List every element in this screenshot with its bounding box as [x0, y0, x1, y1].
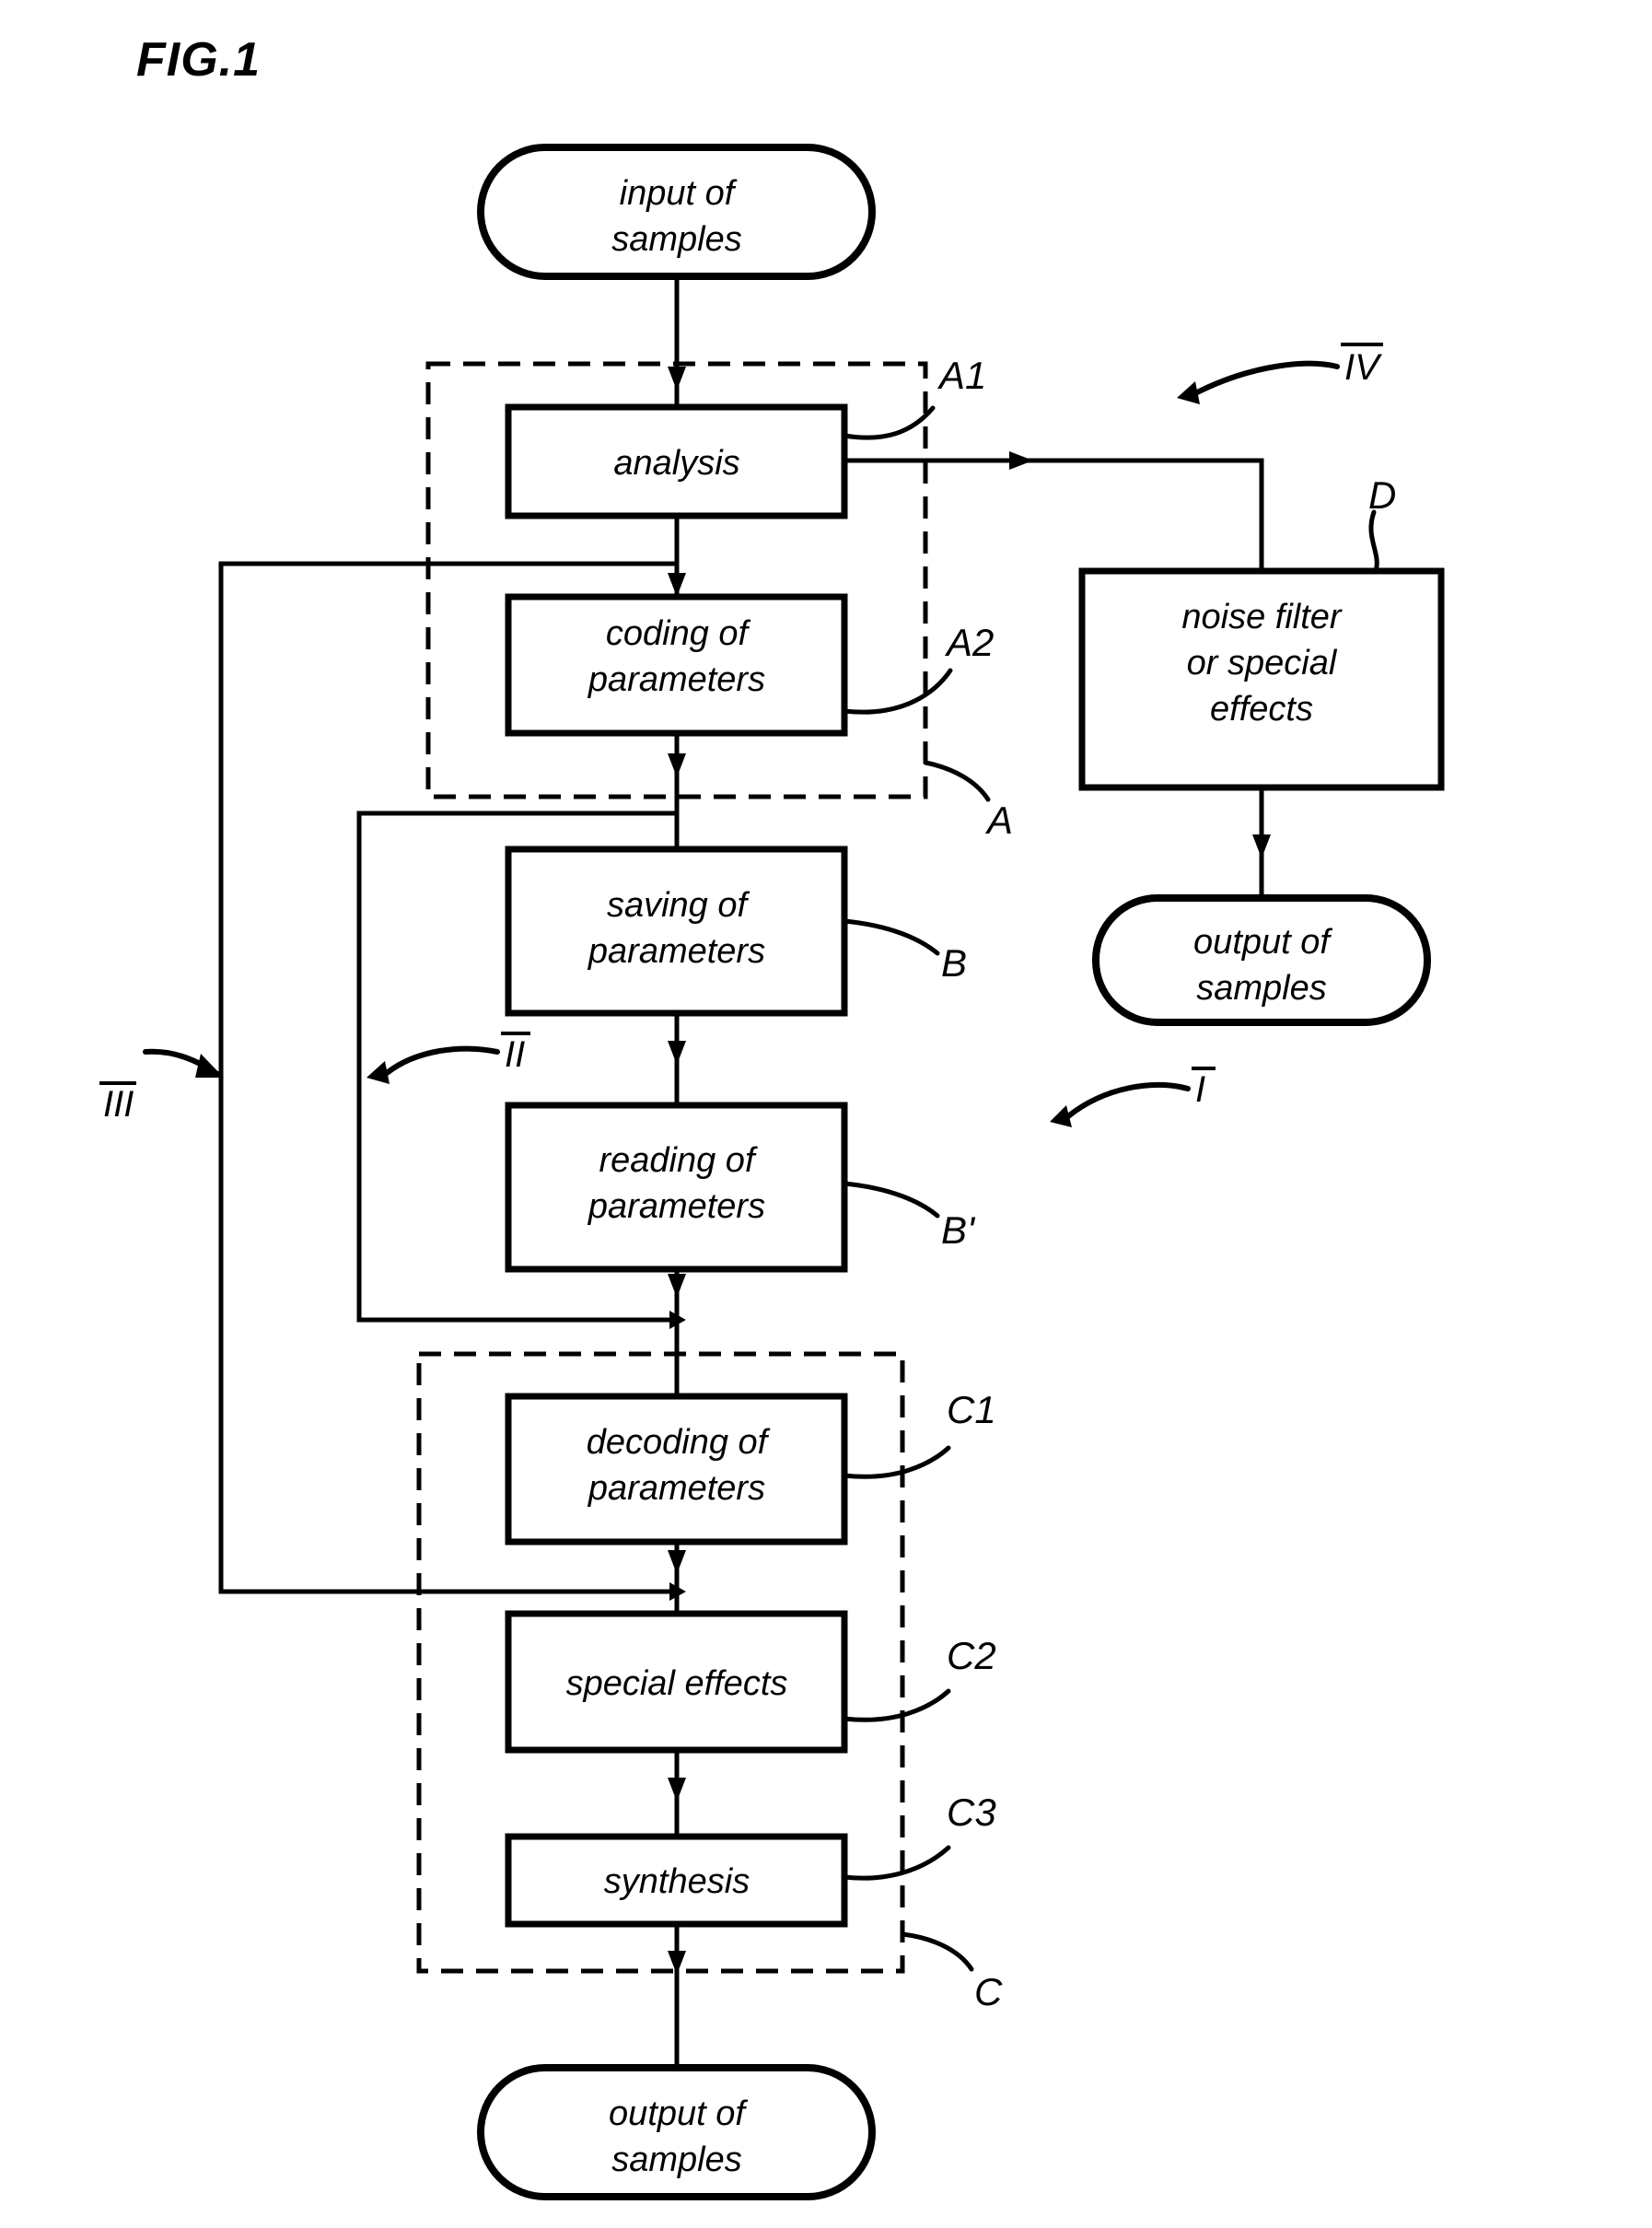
reading-label-line2: parameters — [588, 1187, 765, 1226]
arrowhead-saving-to-reading — [668, 1041, 686, 1065]
arrowhead-analysis-to-noise-filter — [1009, 451, 1033, 470]
node-special-effects[interactable]: special effects — [505, 1610, 848, 1754]
pointer-roman-four — [1194, 360, 1340, 395]
output-bottom-label-line2: samples — [611, 2141, 742, 2179]
leader-d — [1368, 509, 1379, 574]
input-terminal-label-line2: samples — [611, 220, 742, 259]
leader-c2 — [842, 1688, 951, 1722]
node-synthesis[interactable]: synthesis — [505, 1833, 848, 1928]
output-bottom-label-line1: output of — [609, 2094, 748, 2133]
arrowhead-input-to-analysis — [668, 367, 686, 391]
arrowhead-reading-to-decoding — [668, 1274, 686, 1298]
ref-label-b: B — [941, 941, 967, 985]
saving-label-line2: parameters — [588, 932, 765, 971]
ref-label-c1: C1 — [947, 1388, 996, 1431]
roman-marker-one: I — [1192, 1067, 1216, 1110]
ref-label-d: D — [1368, 473, 1396, 517]
noise-filter-label-line1: noise filter — [1181, 598, 1343, 636]
arrowhead-analysis-to-coding — [668, 573, 686, 597]
node-output-of-samples-bottom[interactable]: output of samples — [477, 2064, 876, 2200]
node-analysis[interactable]: analysis — [505, 403, 848, 519]
output-right-label-line2: samples — [1196, 969, 1327, 1008]
node-noise-filter-or-special-effects[interactable]: noise filter or special effects — [1078, 567, 1445, 791]
node-reading-of-parameters[interactable]: reading of parameters — [505, 1102, 848, 1273]
leader-b — [842, 918, 940, 956]
arrowhead-roman-one — [1050, 1105, 1072, 1127]
node-coding-of-parameters[interactable]: coding of parameters — [505, 593, 848, 737]
leader-a2 — [842, 668, 953, 715]
ref-label-c3: C3 — [947, 1791, 996, 1834]
leader-c1 — [842, 1445, 951, 1479]
coding-label-line2: parameters — [588, 660, 765, 699]
noise-filter-label-line2: or special — [1187, 644, 1338, 682]
connector-analysis-to-noise-filter — [844, 458, 1264, 571]
flowchart-svg: FIG.1 input of samples analysis coding o… — [99, 33, 1445, 2200]
roman-label-three: III — [103, 1084, 134, 1125]
special-effects-label: special effects — [566, 1664, 788, 1703]
figure-title: FIG.1 — [136, 33, 261, 87]
pointer-roman-two — [384, 1045, 500, 1076]
ref-label-a: A — [984, 799, 1013, 842]
leader-a1 — [842, 405, 936, 440]
node-saving-of-parameters[interactable]: saving of parameters — [505, 846, 848, 1017]
arrowhead-decoding-to-special — [668, 1550, 686, 1574]
analysis-label: analysis — [613, 444, 739, 483]
node-decoding-of-parameters[interactable]: decoding of parameters — [505, 1393, 848, 1546]
output-right-label-line1: output of — [1193, 923, 1332, 962]
figure-container: FIG.1 input of samples analysis coding o… — [0, 0, 1652, 2228]
leader-b-prime — [842, 1181, 940, 1219]
leader-a — [923, 760, 991, 802]
saving-box-shape — [505, 846, 848, 1017]
roman-label-one: I — [1195, 1069, 1205, 1110]
ref-label-a2: A2 — [944, 621, 994, 664]
arrowhead-coding-to-saving — [668, 753, 686, 777]
coding-label-line1: coding of — [606, 614, 751, 653]
pointer-roman-one — [1065, 1081, 1191, 1119]
arrowhead-roman-four — [1177, 381, 1200, 404]
input-terminal-label-line1: input of — [620, 174, 738, 213]
leader-c — [900, 1931, 974, 1972]
roman-marker-two: II — [501, 1032, 530, 1075]
arrowhead-roman-two — [366, 1061, 390, 1084]
roman-label-four: IV — [1344, 347, 1382, 388]
roman-label-two: II — [505, 1034, 525, 1075]
decoding-label-line2: parameters — [588, 1469, 765, 1508]
leader-c3 — [842, 1845, 951, 1881]
ref-label-a1: A1 — [937, 354, 986, 397]
reading-label-line1: reading of — [599, 1141, 757, 1180]
node-output-of-samples-right[interactable]: output of samples — [1092, 894, 1431, 1026]
decoding-label-line1: decoding of — [587, 1423, 771, 1462]
ref-label-b-prime: B' — [941, 1208, 976, 1252]
synthesis-label: synthesis — [604, 1862, 750, 1901]
ref-label-c: C — [974, 1970, 1003, 2013]
noise-filter-label-line3: effects — [1210, 690, 1313, 729]
node-input-of-samples[interactable]: input of samples — [477, 144, 876, 280]
arrowhead-noise-filter-to-output — [1252, 834, 1271, 858]
saving-label-line1: saving of — [607, 886, 750, 925]
ref-label-c2: C2 — [947, 1634, 996, 1677]
arrowhead-special-to-synthesis — [668, 1778, 686, 1802]
roman-marker-four: IV — [1341, 343, 1383, 388]
roman-marker-three: III — [99, 1081, 136, 1125]
